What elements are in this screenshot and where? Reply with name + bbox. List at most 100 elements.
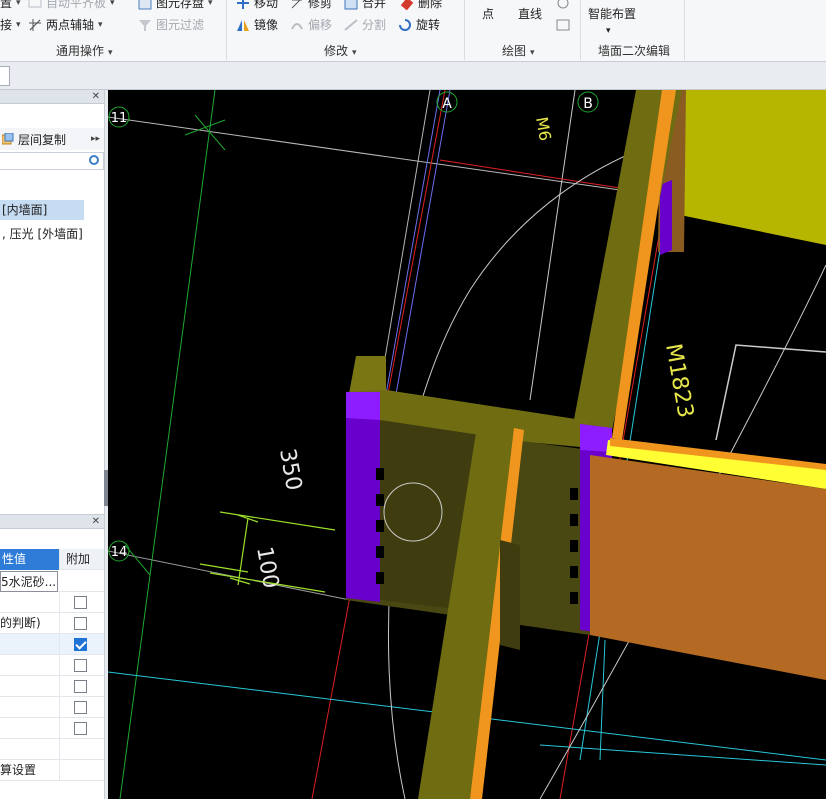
chevron-down-icon: ▾ <box>98 20 103 30</box>
property-value[interactable] <box>0 592 60 613</box>
wall-lower-shadow <box>500 540 520 650</box>
green-tick <box>194 114 226 151</box>
two-point-axis-label: 两点辅轴 <box>46 18 95 32</box>
property-row[interactable] <box>0 676 104 697</box>
property-row[interactable]: 5水泥砂... <box>0 571 104 592</box>
group-draw[interactable]: 绘图 ▾ <box>502 42 535 59</box>
search-input[interactable] <box>0 152 104 170</box>
property-value[interactable]: 5水泥砂... <box>0 571 58 592</box>
property-row[interactable] <box>0 655 104 676</box>
property-extra-checkbox[interactable] <box>74 617 87 630</box>
property-value[interactable] <box>0 697 60 718</box>
trim-icon <box>290 0 304 10</box>
property-value[interactable] <box>0 676 60 697</box>
offset-label: 偏移 <box>308 18 333 32</box>
group-modify[interactable]: 修改 ▾ <box>324 42 357 59</box>
window-label: M6 <box>532 115 555 142</box>
property-extra-checkbox[interactable] <box>74 722 87 735</box>
close-icon[interactable]: ✕ <box>92 515 100 529</box>
property-extra-checkbox[interactable] <box>74 680 87 693</box>
property-value[interactable]: 的判断) <box>0 613 60 634</box>
align-icon <box>28 0 42 10</box>
axis-label-a: A <box>442 96 452 112</box>
tree-item-outer-wall[interactable]: , 压光 [外墙面] <box>0 224 83 244</box>
split-button[interactable]: 分割 <box>344 16 386 34</box>
ribbon-item-connect[interactable]: 接 ▾ <box>0 16 21 34</box>
property-value[interactable] <box>0 655 60 676</box>
property-value[interactable] <box>0 739 60 760</box>
draw-arc-button[interactable] <box>556 0 574 14</box>
close-icon[interactable]: ✕ <box>92 90 100 104</box>
trim-button[interactable]: 修剪 <box>290 0 332 12</box>
rotate-button[interactable]: 旋转 <box>398 16 440 34</box>
ribbon-divider <box>226 0 227 60</box>
auto-align-slab-button[interactable]: 自动平齐板 ▾ <box>28 0 115 12</box>
property-value[interactable] <box>0 718 60 739</box>
layer-copy-icon <box>1 132 14 145</box>
slab-block[interactable] <box>678 90 826 245</box>
property-row[interactable] <box>0 718 104 739</box>
expand-arrow-icon[interactable]: ▸▸ <box>91 134 100 144</box>
floor-dropdown[interactable] <box>0 66 10 86</box>
move-icon <box>236 0 250 10</box>
move-button[interactable]: 移动 <box>236 0 278 12</box>
group-modify-label: 修改 <box>324 44 349 58</box>
wall-cap-left-top <box>346 392 380 420</box>
red-axis-line <box>439 159 621 189</box>
property-row[interactable]: 的判断) <box>0 613 104 634</box>
group-wall-edit-label: 墙面二次编辑 <box>598 44 671 58</box>
ribbon-item-set[interactable]: 置 ▾ <box>0 0 21 12</box>
layer-copy-button[interactable]: 层间复制 <box>18 131 66 148</box>
property-extra-checkbox[interactable] <box>74 596 87 609</box>
property-row[interactable] <box>0 592 104 613</box>
smart-layout-button[interactable]: 智能布置 <box>588 5 636 23</box>
cad-view[interactable]: A B 11 14 M1823 M6 350 100 <box>108 90 826 799</box>
group-general-ops[interactable]: 通用操作 ▾ <box>56 42 113 59</box>
property-value[interactable]: 算设置 <box>0 760 60 781</box>
save-element-button[interactable]: 图元存盘 ▾ <box>138 0 213 12</box>
property-extra-checkbox[interactable] <box>74 701 87 714</box>
offset-button[interactable]: 偏移 <box>290 16 332 34</box>
move-label: 移动 <box>254 0 279 10</box>
chevron-down-icon: ▾ <box>606 26 611 36</box>
tree-item-inner-wall[interactable]: [内墙面] <box>0 200 84 220</box>
two-point-axis-button[interactable]: 两点辅轴 ▾ <box>28 16 103 34</box>
element-filter-label: 图元过滤 <box>156 18 205 32</box>
green-guide-line <box>119 90 216 799</box>
property-value[interactable] <box>0 634 60 655</box>
drawing-canvas[interactable]: A B 11 14 M1823 M6 350 100 <box>108 90 826 799</box>
chevron-down-icon: ▾ <box>16 20 21 30</box>
auto-align-slab-label: 自动平齐板 <box>46 0 107 10</box>
delete-label: 删除 <box>418 0 443 10</box>
chevron-down-icon: ▾ <box>208 0 213 8</box>
smart-layout-dropdown[interactable]: ▾ <box>606 22 611 40</box>
connect-label: 接 <box>0 18 13 32</box>
group-draw-label: 绘图 <box>502 44 527 58</box>
chevron-down-icon: ▾ <box>108 48 113 58</box>
mirror-button[interactable]: 镜像 <box>236 16 278 34</box>
draw-line-button[interactable]: 直线 <box>518 5 542 23</box>
blue-axis-line <box>384 90 441 401</box>
merge-button[interactable]: 合并 <box>344 0 386 12</box>
dimension-350: 350 <box>274 447 306 493</box>
property-row[interactable]: 算设置 <box>0 760 104 781</box>
filter-icon <box>138 18 152 32</box>
axis-line-14 <box>108 550 351 601</box>
ribbon-divider <box>684 0 685 60</box>
tree-item-label: [内墙面] <box>2 203 48 217</box>
mirror-label: 镜像 <box>254 18 279 32</box>
property-row[interactable] <box>0 739 104 760</box>
floor-selector-bar <box>0 62 826 90</box>
property-extra-checkbox[interactable] <box>74 638 87 651</box>
property-row[interactable] <box>0 697 104 718</box>
element-filter-button[interactable]: 图元过滤 <box>138 16 204 34</box>
search-icon[interactable] <box>89 155 99 165</box>
wall-right[interactable] <box>590 455 826 680</box>
draw-point-button[interactable]: 点 <box>482 5 494 23</box>
draw-rect-button[interactable] <box>556 16 574 34</box>
group-wall-edit: 墙面二次编辑 <box>598 42 670 59</box>
property-row[interactable] <box>0 634 104 655</box>
delete-button[interactable]: 删除 <box>400 0 442 12</box>
two-point-axis-icon <box>28 18 42 32</box>
property-extra-checkbox[interactable] <box>74 659 87 672</box>
